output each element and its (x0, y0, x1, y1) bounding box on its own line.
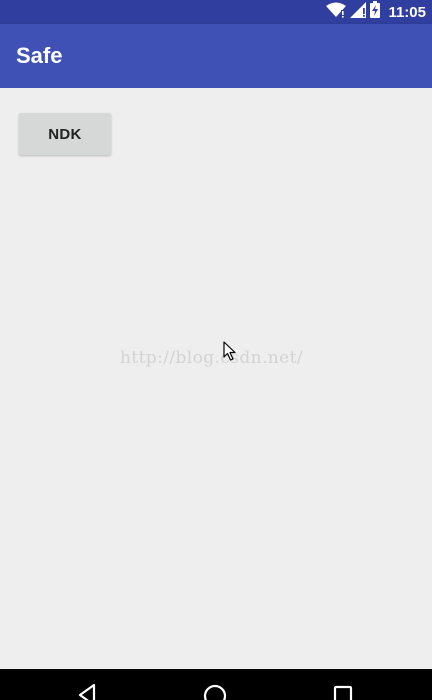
main-content: NDK http://blog.csdn.net/ (0, 88, 432, 669)
wifi-icon (326, 2, 347, 23)
status-icons: 11:05 (326, 0, 426, 24)
ndk-button[interactable]: NDK (19, 113, 111, 155)
status-time: 11:05 (388, 3, 426, 21)
home-icon[interactable] (202, 683, 228, 700)
app-title: Safe (16, 43, 63, 68)
watermark: http://blog.csdn.net/ (120, 348, 303, 368)
mouse-cursor-icon (223, 341, 237, 366)
back-icon[interactable] (74, 683, 100, 700)
signal-icon (350, 1, 367, 23)
battery-charging-icon (370, 1, 381, 23)
recents-icon[interactable] (330, 683, 356, 700)
status-bar: 11:05 (0, 0, 432, 24)
navigation-bar (0, 669, 432, 700)
app-bar: Safe (0, 24, 432, 88)
